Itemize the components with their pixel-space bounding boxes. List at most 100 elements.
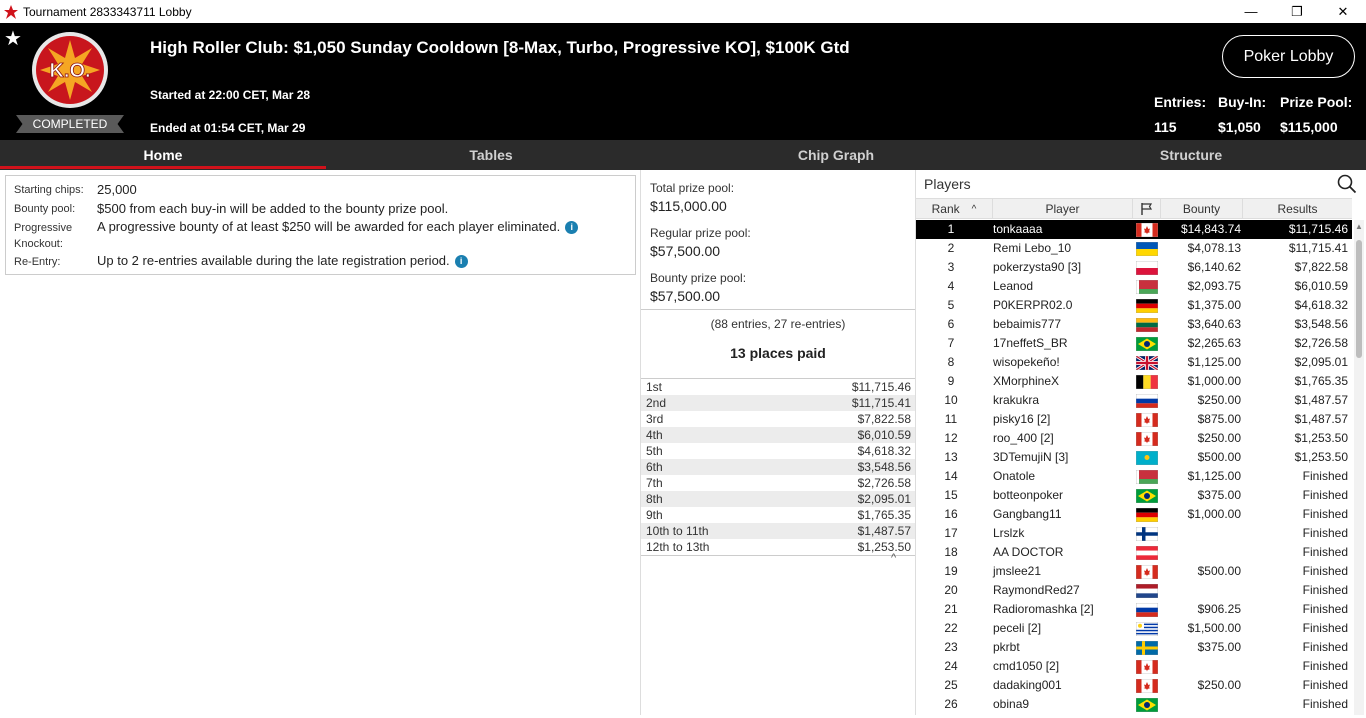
status-badge: COMPLETED	[16, 115, 124, 133]
player-row[interactable]: 20 RaymondRed27 Finished	[916, 581, 1352, 600]
player-bounty: $906.25	[1197, 602, 1241, 616]
rank-column-header[interactable]: Rank ^	[916, 199, 993, 219]
player-row[interactable]: 4 Leanod $2,093.75 $6,010.59	[916, 277, 1352, 296]
player-name: pisky16 [2]	[993, 412, 1051, 426]
payout-row: 4th $6,010.59	[641, 427, 915, 443]
country-flag-icon	[1135, 279, 1159, 295]
tab-structure[interactable]: Structure	[1016, 140, 1366, 170]
player-column-header[interactable]: Player	[993, 199, 1133, 219]
player-name: pkrbt	[993, 640, 1020, 654]
knockout-logo: K.O.	[32, 32, 108, 108]
favorite-star-icon[interactable]: ★	[4, 26, 22, 51]
player-row[interactable]: 15 botteonpoker $375.00 Finished	[916, 486, 1352, 505]
player-row[interactable]: 7 17neffetS_BR $2,265.63 $2,726.58	[916, 334, 1352, 353]
player-name: cmd1050 [2]	[993, 659, 1060, 673]
player-result: $2,726.58	[1294, 336, 1348, 350]
collapse-chevron-icon[interactable]: ^	[891, 552, 896, 564]
player-row[interactable]: 1 tonkaaaa $14,843.74 $11,715.46	[916, 220, 1352, 239]
player-bounty: $250.00	[1197, 678, 1241, 692]
payout-place: 12th to 13th	[646, 540, 710, 554]
player-bounty: $1,000.00	[1187, 374, 1241, 388]
player-result: $6,010.59	[1294, 279, 1348, 293]
player-result: $4,618.32	[1294, 298, 1348, 312]
scroll-up-icon[interactable]: ▲	[1355, 222, 1363, 231]
player-row[interactable]: 18 AA DOCTOR Finished	[916, 543, 1352, 562]
restore-button[interactable]: ❐	[1274, 0, 1320, 23]
player-row[interactable]: 11 pisky16 [2] $875.00 $1,487.57	[916, 410, 1352, 429]
active-tab-indicator	[0, 166, 326, 169]
player-row[interactable]: 5 P0KERPR02.0 $1,375.00 $4,618.32	[916, 296, 1352, 315]
players-panel: Players Rank ^ Player Bounty Results 1 ton…	[916, 170, 1366, 715]
window-titlebar: Tournament 2833343711 Lobby — ❐ ✕	[0, 0, 1366, 23]
player-row[interactable]: 24 cmd1050 [2] Finished	[916, 657, 1352, 676]
reentry-label: Re-Entry:	[14, 256, 61, 268]
player-row[interactable]: 22 peceli [2] $1,500.00 Finished	[916, 619, 1352, 638]
player-row[interactable]: 3 pokerzysta90 [3] $6,140.62 $7,822.58	[916, 258, 1352, 277]
player-row[interactable]: 12 roo_400 [2] $250.00 $1,253.50	[916, 429, 1352, 448]
player-result: Finished	[1302, 640, 1348, 654]
player-row[interactable]: 17 Lrslzk Finished	[916, 524, 1352, 543]
player-row[interactable]: 10 krakukra $250.00 $1,487.57	[916, 391, 1352, 410]
search-icon[interactable]	[1337, 174, 1357, 194]
payout-row: 1st $11,715.46	[641, 379, 915, 395]
player-row[interactable]: 23 pkrbt $375.00 Finished	[916, 638, 1352, 657]
player-name: Onatole	[993, 469, 1036, 483]
scrollbar-thumb[interactable]	[1356, 240, 1362, 358]
info-icon[interactable]: i	[454, 255, 468, 268]
player-row[interactable]: 8 wisopekeño! $1,125.00 $2,095.01	[916, 353, 1352, 372]
player-rank: 7	[947, 336, 955, 350]
country-flag-icon	[1135, 260, 1159, 276]
player-row[interactable]: 6 bebaimis777 $3,640.63 $3,548.56	[916, 315, 1352, 334]
results-column-header[interactable]: Results	[1243, 199, 1352, 219]
tab-tables[interactable]: Tables	[326, 140, 656, 170]
player-bounty: $875.00	[1197, 412, 1241, 426]
country-flag-icon	[1135, 412, 1159, 428]
player-row[interactable]: 26 obina9 Finished	[916, 695, 1352, 714]
player-rank: 17	[944, 526, 958, 540]
payout-place: 2nd	[646, 396, 667, 410]
close-button[interactable]: ✕	[1320, 0, 1366, 23]
payout-amount: $6,010.59	[857, 428, 911, 442]
players-scrollbar[interactable]: ▲	[1354, 220, 1364, 715]
places-paid: 13 places paid	[730, 345, 826, 361]
player-row[interactable]: 19 jmslee21 $500.00 Finished	[916, 562, 1352, 581]
player-result: Finished	[1302, 545, 1348, 559]
minimize-button[interactable]: —	[1228, 0, 1274, 23]
player-name: obina9	[993, 697, 1030, 711]
payout-table: 1st $11,715.46 2nd $11,715.41 3rd $7,822.58 4t…	[641, 378, 915, 556]
player-result: Finished	[1302, 678, 1348, 692]
poker-lobby-button[interactable]: Poker Lobby	[1222, 35, 1355, 78]
country-flag-icon	[1135, 374, 1159, 390]
payout-amount: $2,726.58	[857, 476, 911, 490]
player-row[interactable]: 25 dadaking001 $250.00 Finished	[916, 676, 1352, 695]
country-flag-icon	[1135, 526, 1159, 542]
player-row[interactable]: 14 Onatole $1,125.00 Finished	[916, 467, 1352, 486]
tab-chip-graph[interactable]: Chip Graph	[656, 140, 1016, 170]
player-bounty: $500.00	[1197, 450, 1241, 464]
player-rank: 10	[944, 393, 958, 407]
payout-row: 2nd $11,715.41	[641, 395, 915, 411]
player-row[interactable]: 16 Gangbang11 $1,000.00 Finished	[916, 505, 1352, 524]
player-rank: 21	[944, 602, 958, 616]
player-bounty: $6,140.62	[1187, 260, 1241, 274]
payout-amount: $2,095.01	[857, 492, 911, 506]
player-row[interactable]: 13 3DTemujiN [3] $500.00 $1,253.50	[916, 448, 1352, 467]
player-rank: 1	[947, 222, 955, 236]
country-flag-icon	[1135, 298, 1159, 314]
player-row[interactable]: 2 Remi Lebo_10 $4,078.13 $11,715.41	[916, 239, 1352, 258]
info-icon[interactable]: i	[565, 221, 579, 234]
country-flag-icon	[1135, 640, 1159, 656]
country-flag-icon	[1135, 354, 1159, 372]
payout-place: 1st	[646, 380, 663, 394]
player-result: $1,765.35	[1294, 374, 1348, 388]
player-name: pokerzysta90 [3]	[993, 260, 1082, 274]
payout-place: 3rd	[646, 412, 664, 426]
player-result: Finished	[1302, 659, 1348, 673]
bounty-column-header[interactable]: Bounty	[1161, 199, 1243, 219]
player-row[interactable]: 21 Radioromashka [2] $906.25 Finished	[916, 600, 1352, 619]
country-column-header[interactable]	[1133, 199, 1161, 219]
country-flag-icon	[1135, 317, 1159, 333]
progressive-label-line1: Progressive	[14, 222, 73, 234]
player-row[interactable]: 9 XMorphineX $1,000.00 $1,765.35	[916, 372, 1352, 391]
player-rank: 14	[944, 469, 958, 483]
